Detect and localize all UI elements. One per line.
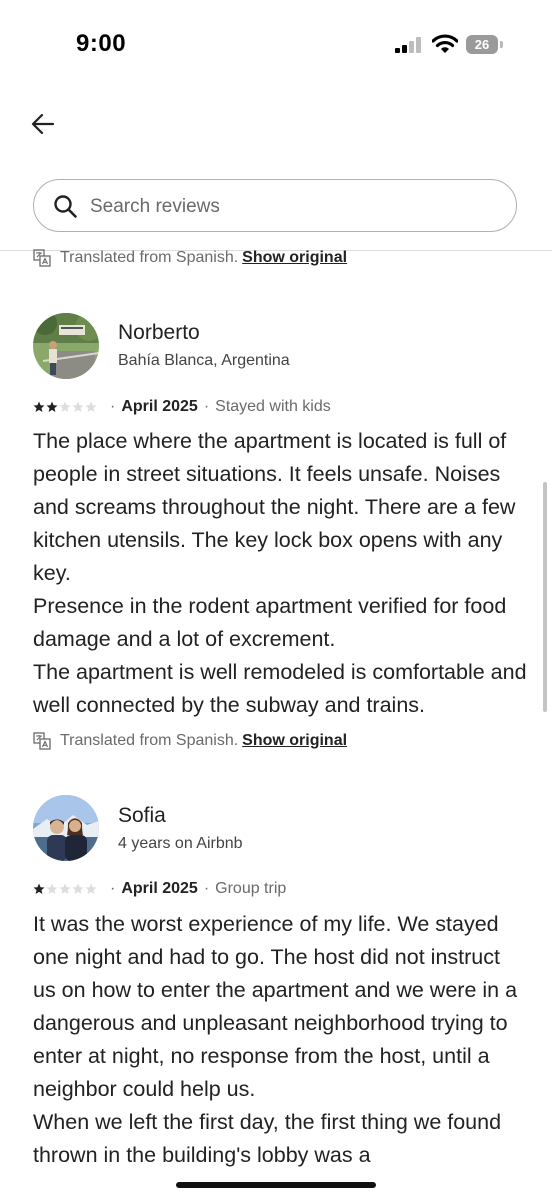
search-icon — [54, 195, 77, 218]
wifi-icon — [432, 34, 458, 53]
search-bar[interactable] — [33, 179, 517, 232]
show-original-link[interactable]: Show original — [242, 732, 347, 750]
translation-text: Translated from Spanish. — [60, 732, 239, 749]
avatar-norberto[interactable] — [33, 313, 99, 379]
translate-icon — [33, 249, 51, 267]
battery-level: 26 — [466, 35, 498, 54]
star-empty-icon — [59, 883, 71, 894]
status-time: 9:00 — [76, 30, 127, 57]
battery-indicator: 26 — [466, 35, 504, 54]
review-meta: · April 2025 · Stayed with kids — [33, 396, 331, 418]
star-empty-icon — [46, 883, 58, 894]
star-filled-icon — [46, 401, 58, 412]
trip-type: Group trip — [215, 880, 287, 897]
translation-text: Translated from Spanish. — [60, 249, 239, 266]
search-input[interactable] — [88, 189, 492, 225]
show-original-link[interactable]: Show original — [242, 249, 347, 267]
translation-notice: Translated from Spanish. Show original — [33, 246, 347, 270]
star-empty-icon — [59, 401, 71, 412]
star-empty-icon — [85, 401, 97, 412]
reviewer-name[interactable]: Norberto — [118, 321, 200, 345]
review-date: April 2025 — [121, 398, 198, 415]
scrollbar[interactable] — [543, 482, 547, 712]
cellular-signal-icon — [395, 37, 421, 53]
star-empty-icon — [85, 883, 97, 894]
avatar-photo — [33, 795, 99, 861]
star-rating — [33, 883, 98, 895]
reviewer-tenure: 4 years on Airbnb — [118, 835, 243, 852]
review-meta: · April 2025 · Group trip — [33, 878, 286, 900]
review-paragraph: It was the worst experience of my life. … — [33, 912, 518, 1101]
trip-type: Stayed with kids — [215, 398, 331, 415]
avatar-photo — [33, 313, 99, 379]
review-paragraph: When we left the first day, the first th… — [33, 1110, 502, 1167]
reviewer-name[interactable]: Sofia — [118, 804, 166, 828]
translation-notice: Translated from Spanish. Show original — [33, 729, 347, 753]
star-filled-icon — [33, 401, 45, 412]
review-text: It was the worst experience of my life. … — [33, 908, 528, 1172]
star-filled-icon — [33, 883, 45, 894]
review-paragraph: Presence in the rodent apartment verifie… — [33, 594, 507, 651]
review-paragraph: The place where the apartment is located… — [33, 429, 516, 585]
star-empty-icon — [72, 401, 84, 412]
translate-icon — [33, 732, 51, 750]
avatar-sofia[interactable] — [33, 795, 99, 861]
review-text: The place where the apartment is located… — [33, 425, 528, 722]
back-arrow-icon[interactable] — [28, 109, 58, 139]
review-date: April 2025 — [121, 880, 198, 897]
star-empty-icon — [72, 883, 84, 894]
redaction-mark — [176, 1182, 376, 1188]
reviewer-location: Bahía Blanca, Argentina — [118, 352, 290, 369]
review-paragraph: The apartment is well remodeled is comfo… — [33, 660, 527, 717]
star-rating — [33, 401, 98, 413]
